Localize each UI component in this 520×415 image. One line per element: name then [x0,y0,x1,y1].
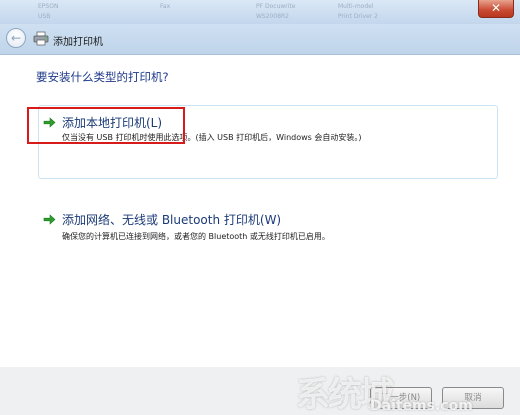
close-icon: ✕ [490,1,502,15]
option-network-printer-description: 确保您的计算机已连接到网络，或者您的 Bluetooth 或无线打印机已启用。 [62,232,330,241]
option-network-printer-title[interactable]: 添加网络、无线或 Bluetooth 打印机(W) [62,211,281,228]
navigation-bar: ← 添加打印机 [0,24,520,54]
background-text: PF Docuwrite [256,3,296,10]
highlight-box [27,107,185,144]
background-text: USB [38,13,51,20]
green-arrow-icon [43,214,56,225]
background-text: Print Driver 2 [338,13,378,20]
background-text: Fax [160,3,171,10]
title-bar: EPSON USB Fax PF Docuwrite WS2008R2 Mult… [0,0,520,24]
close-button[interactable]: ✕ [478,0,514,18]
printer-icon [33,31,49,46]
watermark-url: Daitems.com [370,398,473,414]
back-arrow-icon: ← [10,31,22,45]
background-text: Multi-model [338,3,374,10]
window-title: 添加打印机 [53,37,103,48]
page-heading: 要安装什么类型的打印机? [36,70,169,84]
background-text: EPSON [38,3,59,10]
wizard-content: 要安装什么类型的打印机? 添加本地打印机(L) 仅当没有 USB 打印机时使用此… [0,54,520,368]
background-text: WS2008R2 [256,13,289,20]
back-button[interactable]: ← [6,28,26,48]
